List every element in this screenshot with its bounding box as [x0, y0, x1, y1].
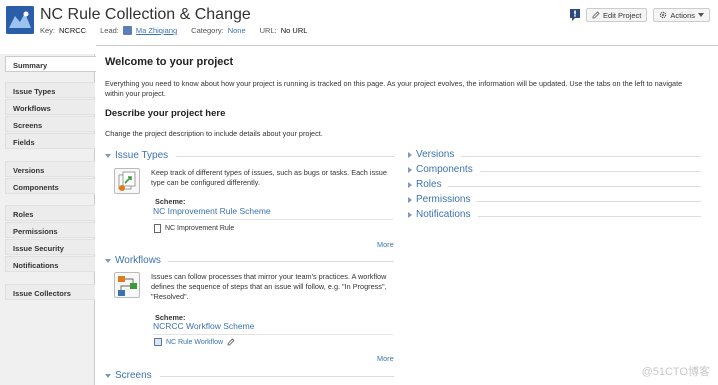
collapsed-triangle-icon — [408, 181, 412, 188]
workflows-header[interactable]: Workflows — [105, 255, 161, 266]
screens-title[interactable]: Screens — [115, 370, 152, 381]
expand-triangle-icon — [105, 153, 111, 158]
versions-header[interactable]: Versions — [408, 149, 454, 160]
workflows-icon — [114, 272, 140, 298]
main-content: Welcome to your project Everything you n… — [96, 45, 718, 385]
header-actions: Edit Project Actions — [570, 8, 710, 22]
section-divider — [176, 156, 394, 157]
key-value: NCRCC — [59, 26, 87, 35]
workflow-name[interactable]: NC Rule Workflow — [166, 339, 223, 346]
workflows-title[interactable]: Workflows — [115, 255, 161, 266]
gear-icon — [660, 11, 667, 19]
category-label: Category: — [191, 26, 224, 35]
components-title[interactable]: Components — [416, 164, 473, 175]
issue-types-icon — [114, 168, 140, 194]
collapsed-triangle-icon — [408, 211, 412, 218]
sidebar-item-workflows[interactable]: Workflows — [5, 99, 95, 115]
expand-triangle-icon — [105, 258, 111, 263]
sidebar-item-issue-collectors[interactable]: Issue Collectors — [5, 284, 95, 300]
sidebar-item-screens[interactable]: Screens — [5, 116, 95, 132]
permissions-title[interactable]: Permissions — [416, 194, 470, 205]
actions-label: Actions — [670, 10, 695, 20]
section-divider — [461, 156, 701, 157]
key-label: Key: — [40, 26, 56, 35]
url-label: URL: — [259, 26, 277, 35]
edit-icon — [592, 11, 600, 19]
chevron-down-icon — [698, 13, 704, 17]
issue-types-scheme-link[interactable]: NC Improvement Rule Scheme — [153, 206, 271, 216]
issue-types-more-link[interactable]: More — [377, 240, 394, 249]
project-header: NC Rule Collection & Change Key: NCRCC L… — [0, 0, 718, 46]
user-avatar-icon — [122, 26, 132, 35]
issue-type-item: NC Improvement Rule — [154, 224, 234, 233]
category-value[interactable]: None — [228, 26, 246, 35]
workflow-icon — [154, 338, 162, 346]
issue-types-title[interactable]: Issue Types — [115, 150, 168, 161]
workflows-more-link[interactable]: More — [377, 354, 394, 363]
issue-type-name: NC Improvement Rule — [165, 225, 235, 232]
sidebar-item-notifications[interactable]: Notifications — [5, 256, 95, 272]
actions-button[interactable]: Actions — [653, 8, 710, 22]
workflows-scheme-link[interactable]: NCRCC Workflow Scheme — [153, 321, 254, 331]
section-divider — [448, 186, 701, 187]
project-meta: Key: NCRCC Lead: Ma Zhiqiang Category: N… — [40, 26, 307, 35]
screens-header[interactable]: Screens — [105, 370, 152, 381]
document-icon — [154, 224, 161, 233]
sidebar-item-issue-security[interactable]: Issue Security — [5, 239, 95, 255]
sidebar-item-versions[interactable]: Versions — [5, 161, 95, 177]
describe-text: Change the project description to includ… — [105, 129, 323, 138]
notifications-title[interactable]: Notifications — [416, 209, 470, 220]
watermark: @51CTO博客 — [641, 366, 710, 378]
section-divider — [168, 261, 394, 262]
lead-label: Lead: — [100, 26, 119, 35]
collapsed-triangle-icon — [408, 166, 412, 173]
sidebar: Summary Issue Types Workflows Screens Fi… — [0, 54, 96, 385]
section-divider — [476, 201, 701, 202]
sidebar-item-fields[interactable]: Fields — [5, 133, 95, 149]
describe-title: Describe your project here — [105, 108, 226, 119]
notifications-header[interactable]: Notifications — [408, 209, 470, 220]
welcome-text: Everything you need to know about how yo… — [105, 79, 683, 98]
sidebar-item-components[interactable]: Components — [5, 178, 95, 194]
permissions-header[interactable]: Permissions — [408, 194, 470, 205]
edit-project-button[interactable]: Edit Project — [586, 8, 648, 22]
lead-link[interactable]: Ma Zhiqiang — [136, 26, 177, 35]
edit-project-label: Edit Project — [603, 10, 642, 20]
section-divider — [480, 171, 701, 172]
issue-types-scheme-label: Scheme: — [155, 197, 186, 206]
sidebar-item-permissions[interactable]: Permissions — [5, 222, 95, 238]
issue-types-description: Keep track of different types of issues,… — [151, 168, 387, 187]
sidebar-item-issue-types[interactable]: Issue Types — [5, 82, 95, 98]
project-avatar[interactable] — [6, 6, 34, 34]
scheme-divider — [153, 219, 393, 220]
issue-types-header[interactable]: Issue Types — [105, 150, 168, 161]
roles-header[interactable]: Roles — [408, 179, 442, 190]
sidebar-item-roles[interactable]: Roles — [5, 205, 95, 221]
feedback-icon[interactable] — [570, 9, 581, 21]
workflow-item[interactable]: NC Rule Workflow — [154, 338, 235, 346]
pencil-icon[interactable] — [227, 338, 235, 346]
collapsed-triangle-icon — [408, 151, 412, 158]
scheme-divider — [153, 334, 393, 335]
url-value: No URL — [280, 26, 308, 35]
sidebar-item-summary[interactable]: Summary — [5, 56, 96, 72]
workflows-description: Issues can follow processes that mirror … — [151, 272, 387, 301]
project-title: NC Rule Collection & Change — [40, 6, 251, 23]
section-divider — [160, 376, 394, 377]
collapsed-triangle-icon — [408, 196, 412, 203]
section-divider — [478, 216, 701, 217]
versions-title[interactable]: Versions — [416, 149, 454, 160]
expand-triangle-icon — [105, 373, 111, 378]
components-header[interactable]: Components — [408, 164, 473, 175]
welcome-title: Welcome to your project — [105, 56, 234, 68]
roles-title[interactable]: Roles — [416, 179, 442, 190]
